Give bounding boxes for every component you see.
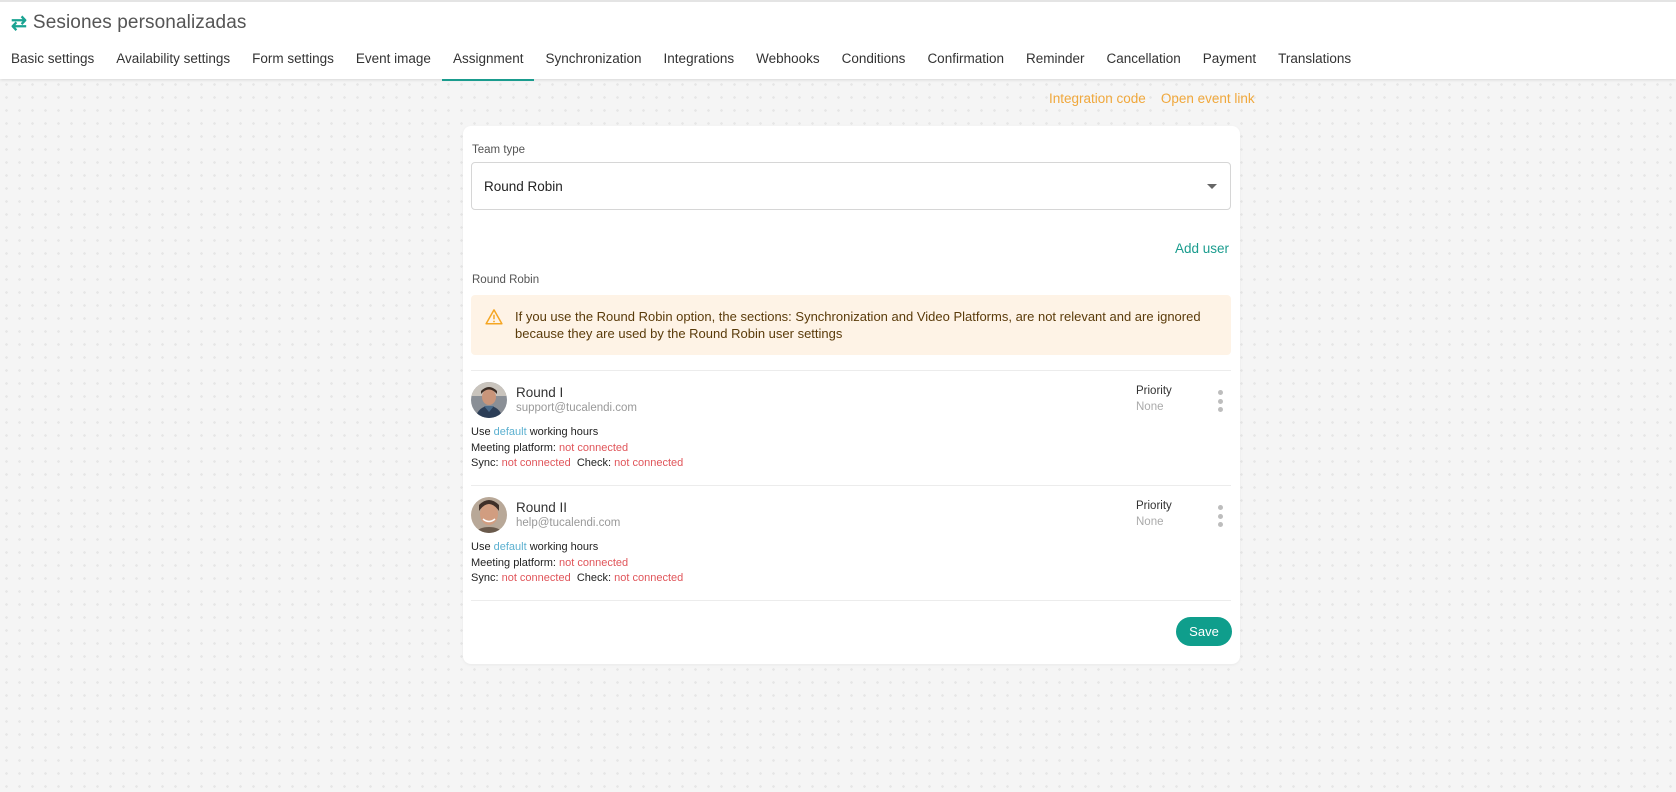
check-status[interactable]: not connected: [614, 457, 683, 469]
top-bar: ⇄ Sesiones personalizadas Basic settings…: [0, 0, 1676, 81]
tab-availability-settings[interactable]: Availability settings: [105, 44, 241, 81]
meeting-platform-status[interactable]: not connected: [559, 557, 628, 569]
priority-label: Priority: [1136, 500, 1172, 512]
swap-arrows-icon: ⇄: [11, 12, 27, 34]
tab-translations[interactable]: Translations: [1267, 44, 1362, 81]
avatar: [471, 497, 507, 533]
use-prefix: Use: [471, 541, 491, 553]
round-robin-warning: If you use the Round Robin option, the s…: [471, 295, 1231, 355]
hours-suffix: working hours: [529, 541, 599, 553]
tab-event-image[interactable]: Event image: [345, 44, 442, 81]
priority-value: None: [1136, 401, 1164, 413]
meeting-platform-label: Meeting platform:: [471, 441, 556, 454]
team-type-select[interactable]: Round Robin: [471, 162, 1231, 210]
section-label: Round Robin: [472, 274, 540, 286]
user-name: Round I: [516, 385, 564, 400]
default-hours-link[interactable]: default: [494, 541, 527, 553]
settings-tabs: Basic settings Availability settings For…: [0, 44, 1362, 81]
tab-conditions[interactable]: Conditions: [831, 44, 917, 81]
more-options-icon[interactable]: [1215, 505, 1225, 527]
check-status[interactable]: not connected: [614, 572, 683, 584]
tab-basic-settings[interactable]: Basic settings: [0, 44, 105, 81]
save-button[interactable]: Save: [1176, 617, 1232, 646]
user-row: Round I support@tucalendi.com Use defaul…: [471, 371, 1231, 471]
assignment-card: Team type Round Robin Add user Round Rob…: [463, 126, 1240, 664]
check-label: Check:: [576, 572, 612, 584]
sync-line: Sync: not connected Check: not connected: [471, 456, 683, 472]
integration-code-link[interactable]: Integration code: [1049, 91, 1146, 106]
open-event-link[interactable]: Open event link: [1161, 91, 1255, 106]
priority-label: Priority: [1136, 385, 1172, 397]
working-hours-line: Use default working hours: [471, 425, 683, 441]
sync-label: Sync:: [471, 572, 499, 584]
hours-suffix: working hours: [529, 426, 599, 438]
sync-label: Sync:: [471, 457, 499, 469]
warning-text: If you use the Round Robin option, the s…: [515, 309, 1201, 341]
default-hours-link[interactable]: default: [494, 426, 527, 438]
team-type-value: Round Robin: [484, 178, 563, 194]
tab-webhooks[interactable]: Webhooks: [745, 44, 831, 81]
tab-reminder[interactable]: Reminder: [1015, 44, 1096, 81]
tab-cancellation[interactable]: Cancellation: [1096, 44, 1192, 81]
sync-status[interactable]: not connected: [502, 457, 571, 469]
divider: [471, 600, 1231, 601]
avatar: [471, 382, 507, 418]
check-label: Check:: [576, 457, 612, 469]
user-name: Round II: [516, 500, 568, 515]
tab-confirmation[interactable]: Confirmation: [916, 44, 1015, 81]
page-title: Sesiones personalizadas: [32, 12, 247, 33]
working-hours-line: Use default working hours: [471, 540, 683, 556]
tab-synchronization[interactable]: Synchronization: [534, 44, 652, 81]
chevron-down-icon: [1207, 184, 1217, 189]
meeting-platform-label: Meeting platform:: [471, 556, 556, 569]
tab-form-settings[interactable]: Form settings: [241, 44, 345, 81]
user-email: support@tucalendi.com: [516, 402, 637, 414]
meeting-platform-line: Meeting platform: not connected: [471, 556, 683, 572]
user-settings: Use default working hours Meeting platfo…: [471, 540, 683, 587]
meeting-platform-status[interactable]: not connected: [559, 442, 628, 454]
priority-value: None: [1136, 516, 1164, 528]
sync-line: Sync: not connected Check: not connected: [471, 571, 683, 587]
meeting-platform-line: Meeting platform: not connected: [471, 441, 683, 457]
more-options-icon[interactable]: [1215, 390, 1225, 412]
warning-triangle-icon: [485, 309, 503, 325]
tab-integrations[interactable]: Integrations: [653, 44, 746, 81]
sync-status[interactable]: not connected: [502, 572, 571, 584]
team-type-label: Team type: [472, 144, 526, 156]
use-prefix: Use: [471, 426, 491, 438]
page-header: ⇄ Sesiones personalizadas: [11, 10, 246, 36]
tab-payment[interactable]: Payment: [1192, 44, 1267, 81]
tab-assignment[interactable]: Assignment: [441, 44, 535, 81]
user-settings: Use default working hours Meeting platfo…: [471, 425, 683, 472]
user-email: help@tucalendi.com: [516, 517, 621, 529]
user-row: Round II help@tucalendi.com Use default …: [471, 486, 1231, 586]
event-links: Integration code Open event link: [1049, 91, 1255, 106]
add-user-button[interactable]: Add user: [1175, 241, 1229, 256]
